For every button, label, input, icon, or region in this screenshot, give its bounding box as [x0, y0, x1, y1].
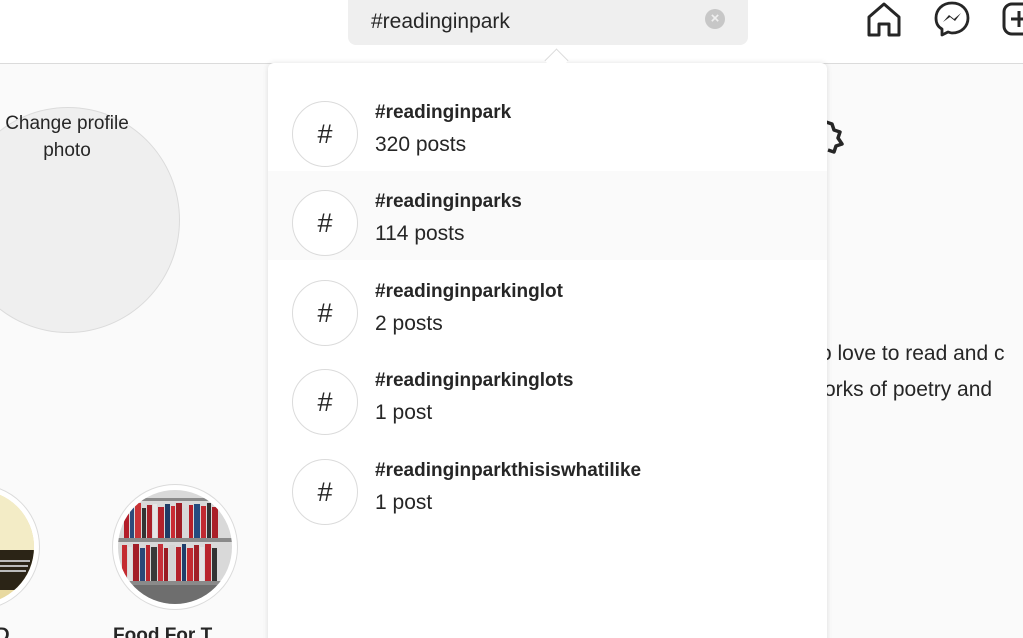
hashtag-icon: #	[292, 280, 358, 346]
top-navigation-bar: , ×	[0, 0, 1023, 64]
bio-text-line-1: o love to read and c	[820, 342, 1005, 365]
hashtag-icon: #	[292, 190, 358, 256]
post-count: 114 posts	[375, 222, 465, 245]
post-count: 1 post	[375, 401, 433, 424]
highlight-label: e D	[0, 625, 10, 638]
new-post-icon[interactable]	[1001, 0, 1023, 38]
hashtag-name: #readinginparkinglot	[375, 281, 563, 302]
bio-text-line-2: orks of poetry and	[824, 378, 993, 401]
change-profile-photo-label[interactable]: Change profile photo	[0, 110, 147, 164]
clear-search-icon[interactable]: ×	[705, 9, 725, 29]
home-icon[interactable]	[865, 0, 903, 38]
post-count: 1 post	[375, 491, 433, 514]
story-highlight-1[interactable]	[0, 484, 40, 610]
post-count: 320 posts	[375, 133, 467, 156]
hashtag-name: #readinginparkthisiswhatilike	[375, 460, 642, 481]
highlight-cover-image	[0, 490, 34, 604]
search-results-dropdown: # #readinginpark 320 posts # #readinginp…	[268, 63, 827, 638]
search-box[interactable]: ×	[348, 0, 748, 45]
hashtag-name: #readinginpark	[375, 102, 512, 123]
search-result-item[interactable]: # #readinginparkthisiswhatilike 1 post	[268, 440, 827, 529]
post-count: 2 posts	[375, 312, 443, 335]
search-input[interactable]	[371, 9, 701, 35]
highlight-cover-image	[118, 490, 232, 604]
hashtag-name: #readinginparks	[375, 191, 522, 212]
instagram-profile-page: Change profile photo o love to read and …	[0, 0, 1023, 638]
story-highlight-2[interactable]	[112, 484, 238, 610]
hashtag-name: #readinginparkinglots	[375, 370, 574, 391]
hashtag-icon: #	[292, 101, 358, 167]
search-result-item[interactable]: # #readinginparkinglots 1 post	[268, 350, 827, 439]
hashtag-icon: #	[292, 459, 358, 525]
highlight-label: Food For T	[113, 625, 213, 638]
search-result-item[interactable]: # #readinginpark 320 posts	[268, 82, 827, 171]
search-result-item[interactable]: # #readinginparkinglot 2 posts	[268, 261, 827, 350]
messenger-icon[interactable]	[933, 0, 971, 38]
hashtag-icon: #	[292, 369, 358, 435]
search-result-item[interactable]: # #readinginparks 114 posts	[268, 171, 827, 260]
